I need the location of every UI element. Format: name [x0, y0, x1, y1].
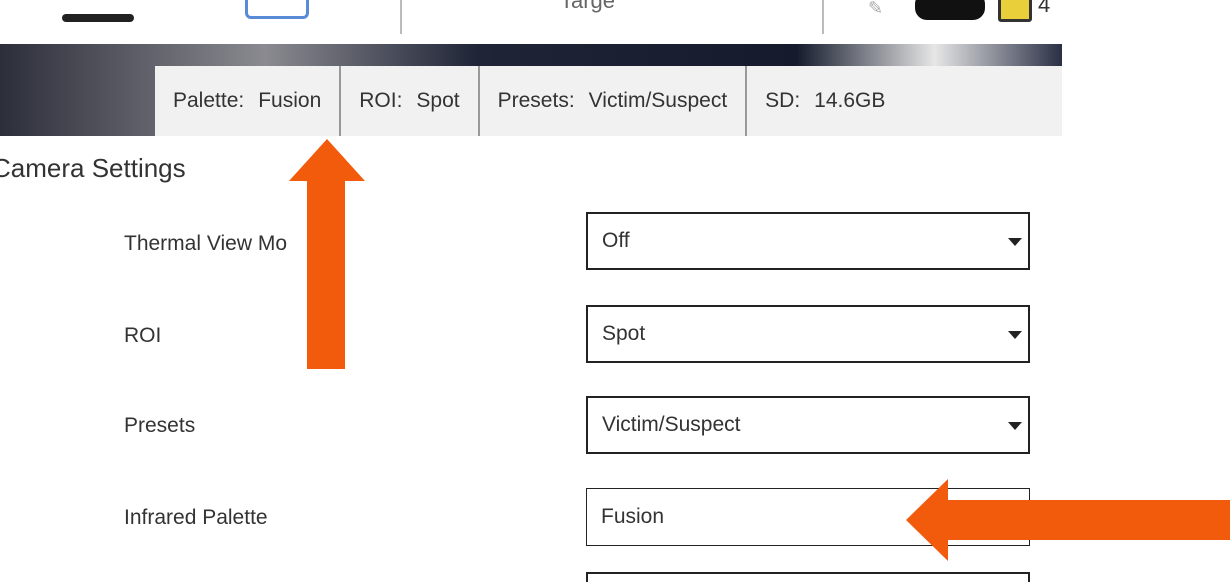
status-sd-key: SD:	[765, 89, 801, 112]
thermal-view-mode-value: Off	[602, 229, 630, 252]
divider	[400, 0, 402, 34]
roi-select[interactable]: Spot	[586, 305, 1030, 363]
infrared-palette-value: Fusion	[601, 505, 665, 528]
infrared-palette-label: Infrared Palette	[124, 506, 268, 529]
battery-percent: 4	[1038, 0, 1051, 17]
app-title: Targe	[560, 0, 616, 13]
pencil-icon[interactable]: ✎	[868, 0, 890, 18]
presets-label: Presets	[124, 414, 196, 437]
chevron-down-icon	[1008, 422, 1022, 430]
next-dropdown-partial[interactable]	[586, 572, 1030, 582]
arrow-shape	[906, 479, 1230, 561]
status-presets: Presets: Victim/Suspect	[480, 66, 748, 136]
thermal-view-mode-select[interactable]: Off	[586, 212, 1030, 270]
chevron-down-icon	[1008, 331, 1022, 339]
presets-select[interactable]: Victim/Suspect	[586, 396, 1030, 454]
page-title: Camera Settings	[0, 153, 186, 183]
roi-label: ROI	[124, 324, 162, 347]
status-palette-key: Palette:	[173, 89, 245, 112]
status-bar: Palette: Fusion ROI: Spot Presets: Victi…	[155, 66, 1062, 136]
annotation-arrow-left	[906, 479, 1230, 561]
annotation-arrow-up	[289, 139, 365, 369]
status-sd: SD: 14.6GB	[747, 66, 903, 136]
status-presets-value: Victim/Suspect	[588, 89, 728, 112]
top-app-bar: Targe ✎ 4	[0, 0, 1062, 48]
divider	[822, 0, 824, 34]
status-roi-key: ROI:	[359, 89, 403, 112]
menu-icon[interactable]	[62, 14, 134, 22]
status-roi: ROI: Spot	[341, 66, 480, 136]
toggle-icon[interactable]	[915, 0, 985, 20]
status-palette: Palette: Fusion	[155, 66, 342, 136]
status-roi-value: Spot	[416, 89, 460, 112]
monitor-icon[interactable]	[245, 0, 309, 19]
thermal-view-mode-label: Thermal View Mo	[124, 232, 287, 255]
status-sd-value: 14.6GB	[814, 89, 886, 112]
status-presets-key: Presets:	[497, 89, 575, 112]
roi-value: Spot	[602, 322, 646, 345]
presets-value: Victim/Suspect	[602, 413, 741, 436]
chevron-down-icon	[1008, 238, 1022, 246]
status-palette-value: Fusion	[258, 89, 322, 112]
arrow-shape	[289, 139, 365, 369]
battery-icon	[998, 0, 1032, 22]
